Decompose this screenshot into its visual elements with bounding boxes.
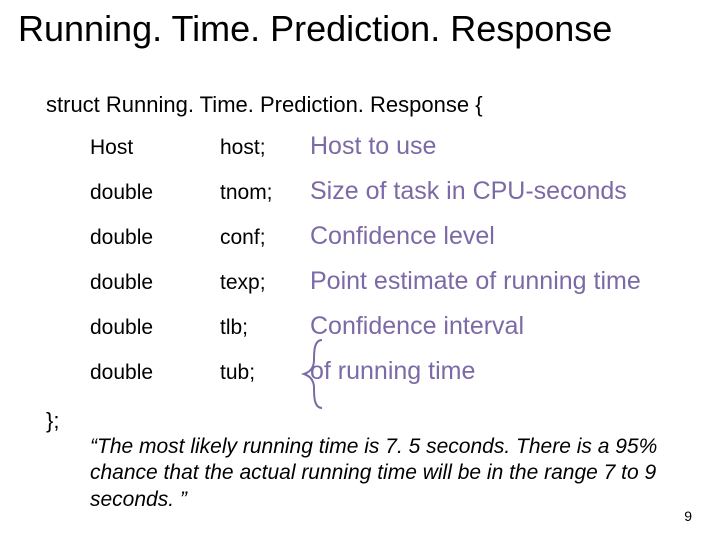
table-row: double tlb; Confidence interval [90,312,641,341]
table-row: double tub; of running time [90,357,641,386]
struct-close-line: }; [46,408,59,434]
field-desc: Size of task in CPU-seconds [310,177,627,206]
field-name: conf; [220,226,310,250]
table-row: Host host; Host to use [90,132,641,161]
field-name: tnom; [220,181,310,205]
field-name: tlb; [220,316,310,340]
field-desc: Point estimate of running time [310,267,641,296]
field-type: double [90,361,220,385]
field-desc: of running time [310,357,475,386]
slide: Running. Time. Prediction. Response stru… [0,0,720,540]
field-desc: Host to use [310,132,436,161]
struct-open-line: struct Running. Time. Prediction. Respon… [46,92,483,118]
table-row: double texp; Point estimate of running t… [90,267,641,296]
struct-fields-table: Host host; Host to use double tnom; Size… [90,132,641,386]
field-desc: Confidence level [310,222,495,251]
field-type: Host [90,136,220,160]
table-row: double conf; Confidence level [90,222,641,251]
field-name: tub; [220,361,310,385]
field-type: double [90,226,220,250]
field-type: double [90,181,220,205]
field-type: double [90,271,220,295]
field-desc: Confidence interval [310,312,524,341]
page-number: 9 [684,508,692,524]
field-type: double [90,316,220,340]
slide-title: Running. Time. Prediction. Response [18,8,710,50]
example-quote: “The most likely running time is 7. 5 se… [90,434,680,513]
field-name: host; [220,136,310,160]
table-row: double tnom; Size of task in CPU-seconds [90,177,641,206]
field-name: texp; [220,271,310,295]
